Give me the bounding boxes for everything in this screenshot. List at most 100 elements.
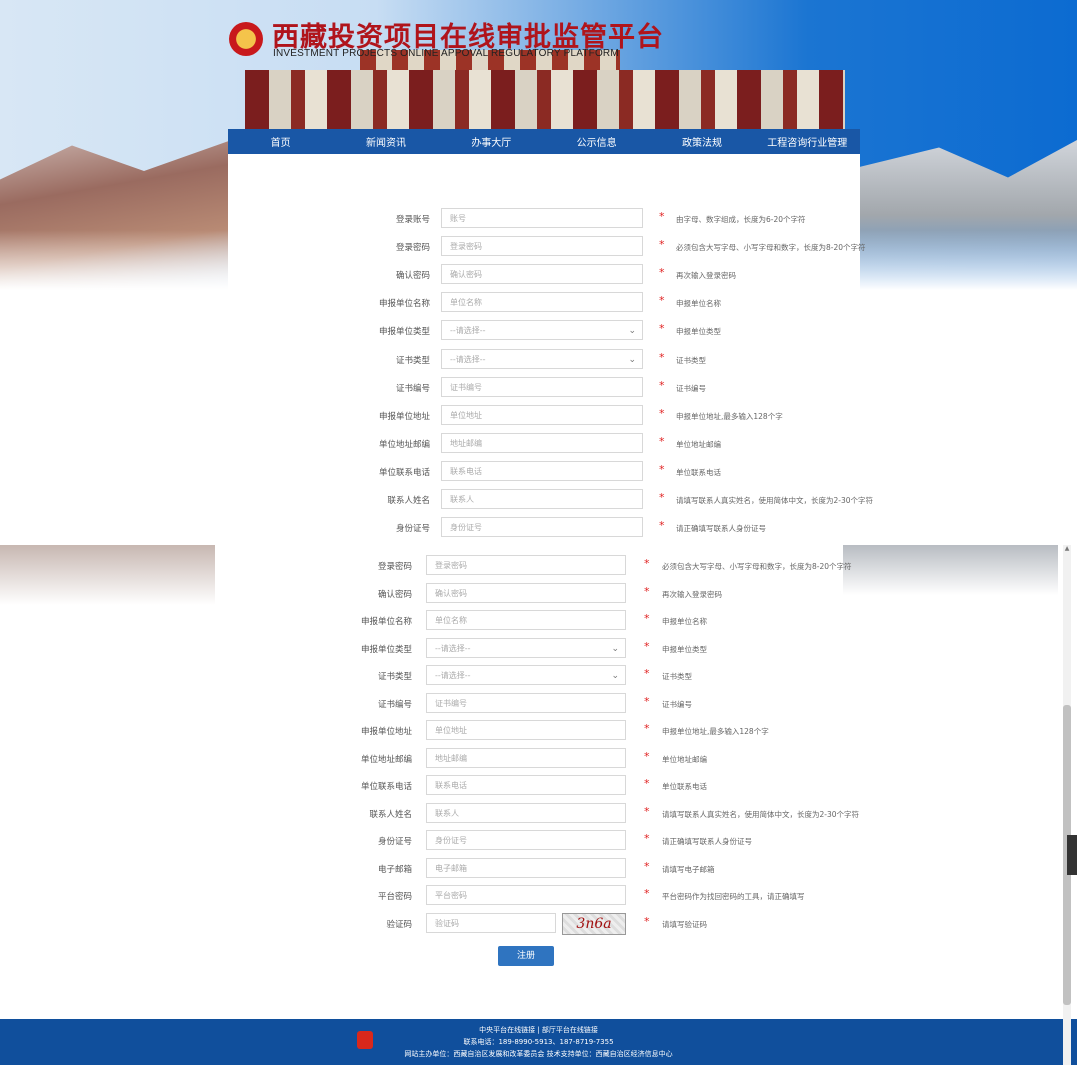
text-input[interactable]: 确认密码 (426, 582, 626, 603)
field-placeholder: 联系人 (450, 495, 474, 504)
form-row: 单位联系电话 联系电话 * 单位联系电话 (0, 460, 1077, 483)
required-mark: * (659, 406, 665, 420)
chevron-down-icon[interactable]: ⌄ (611, 666, 619, 686)
field-placeholder: 联系电话 (450, 466, 482, 476)
field-label: 单位联系电话 (378, 467, 430, 478)
required-mark: * (644, 832, 650, 845)
text-input[interactable]: 登录密码 (441, 236, 643, 257)
text-input[interactable]: 身份证号 (426, 830, 626, 850)
field-placeholder: --请选择-- (450, 354, 486, 364)
text-input[interactable]: 地址邮编 (441, 432, 643, 453)
field-placeholder: 单位地址 (450, 410, 482, 420)
required-mark: * (659, 434, 665, 448)
field-hint: 申报单位名称 (662, 617, 707, 626)
field-label: 联系人姓名 (369, 809, 412, 820)
register-button[interactable]: 注册 (498, 946, 554, 966)
text-input[interactable]: 证书编号 (426, 692, 626, 713)
text-input[interactable]: 单位名称 (426, 610, 626, 630)
form-row: 确认密码 确认密码 * 再次输入登录密码 (0, 582, 1077, 605)
field-label: 单位地址邮编 (378, 439, 430, 450)
side-tab[interactable] (1067, 835, 1077, 875)
select-field[interactable]: --请选择-- ⌄ (441, 348, 643, 370)
field-hint: 请填写验证码 (662, 919, 707, 929)
form-row: 验证码 验证码 3n6a * 请填写验证码 (0, 912, 1077, 935)
field-hint: 申报单位类型 (676, 327, 721, 337)
field-hint: 请正确填写联系人身份证号 (676, 524, 766, 534)
field-label: 证书类型 (377, 672, 412, 682)
field-label: 申报单位地址 (378, 411, 430, 422)
captcha-image[interactable]: 3n6a (562, 912, 626, 935)
text-input[interactable]: 联系人 (441, 489, 643, 509)
text-input[interactable]: 单位地址 (441, 404, 643, 425)
required-mark: * (659, 210, 665, 223)
required-mark: * (659, 378, 665, 392)
select-field[interactable]: --请选择-- ⌄ (441, 320, 643, 341)
captcha-input[interactable]: 验证码 (426, 912, 556, 933)
text-input[interactable]: 联系电话 (426, 775, 626, 795)
text-input[interactable]: 登录密码 (426, 555, 626, 575)
field-placeholder: 账号 (450, 214, 466, 223)
field-placeholder: 确认密码 (435, 588, 467, 598)
footer-links[interactable]: 中央平台在线链接 | 部厅平台在线链接 (0, 1025, 1077, 1035)
form-row: 电子邮箱 电子邮箱 * 请填写电子邮箱 (0, 857, 1077, 880)
required-mark: * (644, 557, 650, 570)
text-input[interactable]: 确认密码 (441, 264, 643, 285)
field-label: 证书编号 (395, 383, 430, 394)
field-hint: 证书类型 (662, 672, 692, 681)
field-placeholder: 确认密码 (450, 270, 482, 280)
field-placeholder: 身份证号 (450, 523, 482, 533)
field-placeholder: --请选择-- (435, 671, 471, 680)
registration-form-top: 登录账号 账号 * 由字母、数字组成，长度为6-20个字符 登录密码 登录密码 * 必须包含大… (0, 0, 1077, 540)
footer: 中央平台在线链接 | 部厅平台在线链接 联系电话：189-8990-5913、1… (0, 1019, 1077, 1065)
chevron-down-icon[interactable]: ⌄ (628, 321, 636, 341)
text-input[interactable]: 电子邮箱 (426, 857, 626, 878)
form-row: 登录账号 账号 * 由字母、数字组成，长度为6-20个字符 (0, 208, 1077, 230)
field-label: 证书编号 (377, 699, 412, 710)
required-mark: * (659, 238, 665, 252)
field-hint: 单位联系电话 (676, 467, 721, 477)
required-mark: * (659, 491, 665, 504)
field-hint: 证书编号 (676, 383, 706, 393)
field-hint: 必须包含大写字母、小写字母和数字，长度为8-20个字符 (676, 243, 866, 253)
field-hint: 申报单位名称 (676, 299, 721, 309)
text-input[interactable]: 单位地址 (426, 720, 626, 740)
required-mark: * (644, 722, 650, 735)
field-label: 申报单位类型 (378, 327, 430, 338)
select-field[interactable]: --请选择-- ⌄ (426, 637, 626, 659)
scroll-up-icon[interactable]: ▲ (1063, 545, 1071, 555)
required-mark: * (644, 749, 650, 763)
text-input[interactable]: 地址邮编 (426, 747, 626, 768)
required-mark: * (659, 350, 665, 364)
field-label: 身份证号 (377, 837, 412, 847)
field-label: 登录密码 (395, 243, 430, 254)
text-input[interactable]: 联系人 (426, 802, 626, 823)
form-row: 单位地址邮编 地址邮编 * 单位地址邮编 (0, 747, 1077, 770)
field-label: 验证码 (386, 919, 412, 930)
form-row: 单位联系电话 联系电话 * 单位联系电话 (0, 775, 1077, 797)
form-row: 身份证号 身份证号 * 请正确填写联系人身份证号 (0, 517, 1077, 539)
form-row: 登录密码 登录密码 * 必须包含大写字母、小写字母和数字，长度为8-20个字符 (0, 236, 1077, 258)
field-placeholder: 单位名称 (450, 298, 482, 308)
field-placeholder: 地址邮编 (435, 753, 467, 763)
footer-host: 网站主办单位：西藏自治区发展和改革委员会 技术支持单位：西藏自治区经济信息中心 (404, 1050, 673, 1058)
text-input[interactable]: 身份证号 (441, 517, 643, 538)
field-placeholder: 电子邮箱 (435, 863, 467, 873)
required-mark: * (659, 462, 665, 476)
text-input[interactable]: 联系电话 (441, 460, 643, 481)
text-input[interactable]: 平台密码 (426, 885, 626, 905)
registration-form-bottom: 登录密码 登录密码 * 必须包含大写字母、小写字母和数字，长度为8-20个字符 确认密码… (0, 545, 1077, 1065)
text-input[interactable]: 单位名称 (441, 292, 643, 313)
chevron-down-icon[interactable]: ⌄ (611, 639, 619, 659)
field-placeholder: 单位名称 (435, 616, 467, 625)
chevron-down-icon[interactable]: ⌄ (628, 350, 636, 370)
field-hint: 单位地址邮编 (662, 754, 707, 764)
field-label: 身份证号 (395, 524, 430, 535)
required-mark: * (644, 667, 650, 680)
top-screenshot: 西藏投资项目在线审批监管平台 INVESTMENT PROJECTS ONLIN… (0, 0, 1077, 540)
field-label: 确认密码 (395, 271, 430, 282)
field-hint: 单位联系电话 (662, 782, 707, 791)
text-input[interactable]: 账号 (441, 208, 643, 228)
text-input[interactable]: 证书编号 (441, 376, 643, 397)
required-mark: * (659, 519, 665, 533)
select-field[interactable]: --请选择-- ⌄ (426, 665, 626, 685)
